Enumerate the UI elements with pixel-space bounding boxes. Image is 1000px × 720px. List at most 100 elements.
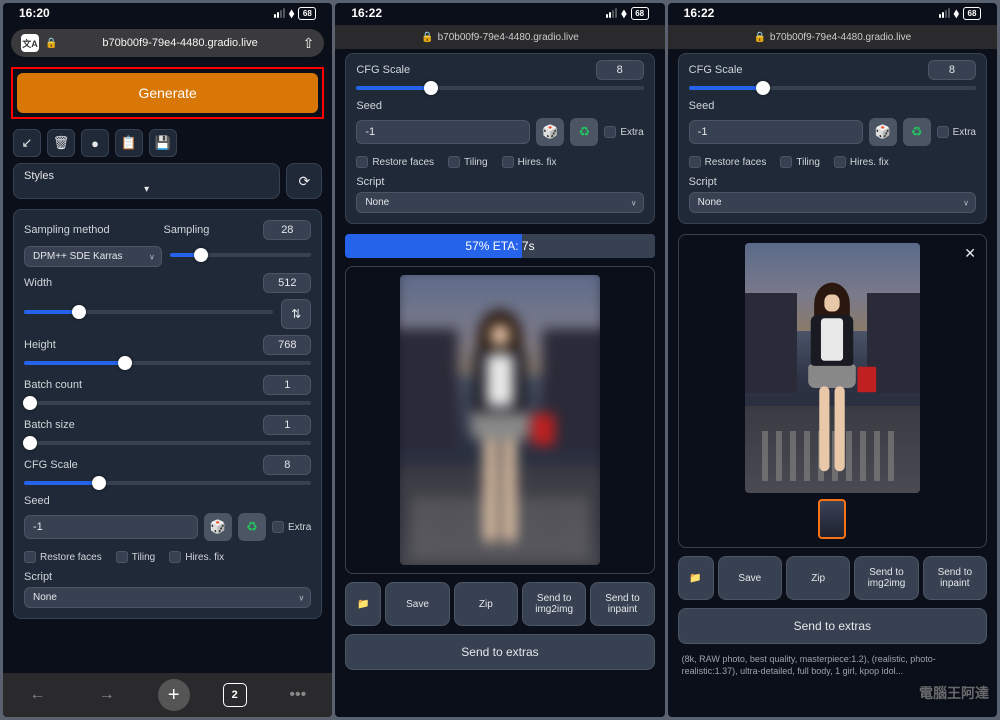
clipboard-icon[interactable]: 📋: [115, 129, 143, 157]
dice-button[interactable]: 🎲: [536, 118, 564, 146]
save-icon[interactable]: 💾: [149, 129, 177, 157]
extra-checkbox[interactable]: [272, 521, 284, 533]
swap-dims-button[interactable]: ⇅: [281, 299, 311, 329]
dice-button[interactable]: 🎲: [204, 513, 232, 541]
width-label: Width: [24, 277, 52, 289]
cfg-label: CFG Scale: [689, 64, 743, 76]
cfg-slider[interactable]: [356, 86, 643, 90]
close-button[interactable]: ✕: [964, 245, 976, 262]
record-icon[interactable]: ●: [81, 129, 109, 157]
preview-area: ✕: [678, 234, 987, 548]
wifi-icon: ⬧: [289, 6, 294, 21]
width-value[interactable]: 512: [263, 273, 311, 293]
sampling-method-select[interactable]: DPM++ SDE Karras: [24, 246, 162, 267]
extra-checkbox[interactable]: [937, 126, 949, 138]
progress-bar: 57% ETA: 7s: [345, 234, 654, 258]
save-button[interactable]: Save: [718, 556, 782, 600]
lock-icon: 🔒: [421, 32, 433, 43]
cfg-slider[interactable]: [24, 481, 311, 485]
seed-input[interactable]: -1: [24, 515, 198, 539]
hires-checkbox[interactable]: [502, 156, 514, 168]
extra-checkbox[interactable]: [604, 126, 616, 138]
script-select[interactable]: None: [24, 587, 311, 608]
preview-image[interactable]: [745, 243, 920, 493]
restore-faces-checkbox[interactable]: [689, 156, 701, 168]
tiling-checkbox[interactable]: [116, 551, 128, 563]
send-extras-button[interactable]: Send to extras: [678, 608, 987, 644]
new-tab-button[interactable]: +: [158, 679, 190, 711]
url-bar[interactable]: 文A 🔒 b70b00f9-79e4-4480.gradio.live ⇧: [11, 29, 324, 57]
thumbnail[interactable]: [818, 499, 846, 539]
tiling-checkbox[interactable]: [448, 156, 460, 168]
batch-size-label: Batch size: [24, 419, 75, 431]
status-bar: 16:20 ⬧ 68: [3, 3, 332, 23]
status-bar: 16:22 ⬧68: [335, 3, 664, 23]
cfg-value[interactable]: 8: [263, 455, 311, 475]
url-text: b70b00f9-79e4-4480.gradio.live: [770, 32, 911, 43]
seed-input[interactable]: -1: [689, 120, 863, 144]
styles-select[interactable]: Styles: [13, 163, 280, 199]
batch-count-value[interactable]: 1: [263, 375, 311, 395]
restore-faces-checkbox[interactable]: [24, 551, 36, 563]
battery-icon: 68: [631, 7, 649, 20]
zip-button[interactable]: Zip: [786, 556, 850, 600]
sampling-steps-value[interactable]: 28: [263, 220, 311, 240]
hires-checkbox[interactable]: [834, 156, 846, 168]
cfg-value[interactable]: 8: [928, 60, 976, 80]
sampling-slider[interactable]: [170, 253, 311, 257]
seed-label: Seed: [689, 100, 976, 112]
battery-icon: 68: [298, 7, 316, 20]
url-bar[interactable]: 🔒b70b00f9-79e4-4480.gradio.live: [668, 25, 997, 49]
height-slider[interactable]: [24, 361, 311, 365]
save-button[interactable]: Save: [385, 582, 449, 626]
back-button[interactable]: ←: [20, 680, 56, 710]
send-img2img-button[interactable]: Send to img2img: [854, 556, 918, 600]
send-img2img-button[interactable]: Send to img2img: [522, 582, 586, 626]
batch-size-value[interactable]: 1: [263, 415, 311, 435]
generate-button[interactable]: Generate: [17, 73, 318, 113]
height-value[interactable]: 768: [263, 335, 311, 355]
time: 16:20: [19, 6, 50, 20]
seed-input[interactable]: -1: [356, 120, 530, 144]
wifi-icon: ⬧: [621, 6, 626, 21]
url-text: b70b00f9-79e4-4480.gradio.live: [438, 32, 579, 43]
restore-faces-checkbox[interactable]: [356, 156, 368, 168]
recycle-button[interactable]: ♻: [570, 118, 598, 146]
script-select[interactable]: None: [689, 192, 976, 213]
batch-count-slider[interactable]: [24, 401, 311, 405]
share-icon[interactable]: ⇧: [303, 35, 315, 52]
signal-icon: [606, 8, 617, 18]
send-extras-button[interactable]: Send to extras: [345, 634, 654, 670]
cfg-slider[interactable]: [689, 86, 976, 90]
zip-button[interactable]: Zip: [454, 582, 518, 626]
settings-panel: CFG Scale 8 Seed -1 🎲 ♻ Extra Restore fa…: [345, 53, 654, 224]
folder-button[interactable]: 📁: [345, 582, 381, 626]
menu-button[interactable]: •••: [280, 680, 316, 710]
seed-label: Seed: [356, 100, 643, 112]
recycle-button[interactable]: ♻: [238, 513, 266, 541]
cfg-value[interactable]: 8: [596, 60, 644, 80]
folder-button[interactable]: 📁: [678, 556, 714, 600]
expand-icon[interactable]: ↙: [13, 129, 41, 157]
hires-checkbox[interactable]: [169, 551, 181, 563]
width-slider[interactable]: [24, 310, 273, 314]
status-right: ⬧ 68: [274, 6, 316, 21]
tabs-button[interactable]: 2: [223, 683, 247, 707]
refresh-button[interactable]: ⟳: [286, 163, 322, 199]
send-inpaint-button[interactable]: Send to inpaint: [590, 582, 654, 626]
forward-button[interactable]: →: [89, 680, 125, 710]
trash-icon[interactable]: 🗑: [47, 129, 75, 157]
url-bar[interactable]: 🔒 b70b00f9-79e4-4480.gradio.live: [335, 25, 664, 49]
seed-label: Seed: [24, 495, 311, 507]
cfg-label: CFG Scale: [24, 459, 78, 471]
recycle-button[interactable]: ♻: [903, 118, 931, 146]
browser-nav: ← → + 2 •••: [3, 673, 332, 717]
url-text: b70b00f9-79e4-4480.gradio.live: [63, 37, 296, 49]
script-select[interactable]: None: [356, 192, 643, 213]
tiling-checkbox[interactable]: [780, 156, 792, 168]
send-inpaint-button[interactable]: Send to inpaint: [923, 556, 987, 600]
dice-button[interactable]: 🎲: [869, 118, 897, 146]
batch-size-slider[interactable]: [24, 441, 311, 445]
watermark: 電腦王阿達: [919, 683, 989, 703]
translate-icon[interactable]: 文A: [21, 34, 39, 52]
